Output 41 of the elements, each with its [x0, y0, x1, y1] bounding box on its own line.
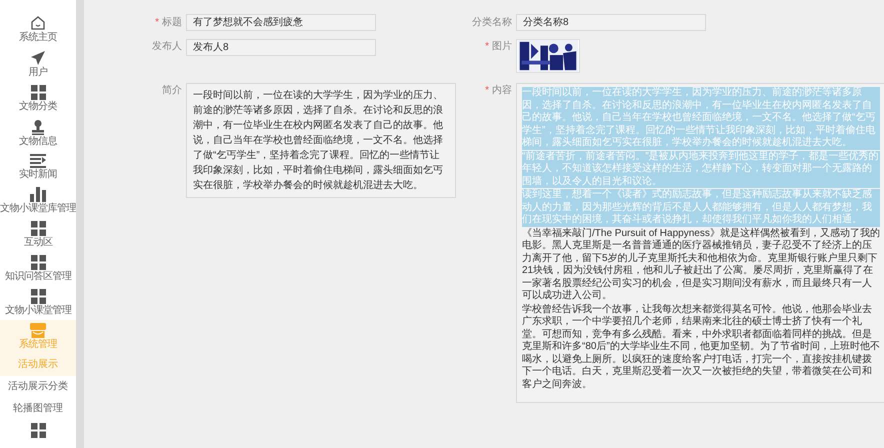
- sidebar-item[interactable]: 文物分类: [0, 82, 76, 116]
- field-label: 简介: [162, 84, 182, 98]
- content-paragraph: “前途者苦折，前途者苦闷。”是被从内地来投奔到他这里的学子，都是一些优秀的年轻人，不知道该怎样接受这样的生活，怎样静下心，转变面对那一个无露路的围墙，以及令人的目光和议论。: [522, 150, 880, 188]
- grid-icon: [30, 289, 46, 304]
- content-paragraph: 读到这里，想着一个《读者》式的励志故事，但是这种励志故事从来就不缺乏感动人的力量，因为那些光辉的背后不是人人都能够拥有，但是人人都有梦想，我们在现实中的困境，其奋斗或者说挣扎，却使得我们平凡如你我的人们相通。: [522, 189, 880, 226]
- content-paragraph: 学校曾经告诉我一个故事，让我每次想来都觉得莫名可怜。他说，他那会毕业去广东求职，一个中学要招几个老师，结果南来北往的硕士博士挤了快有一个礼堂。可想而知，竞争有多么残酷。看来，中外求职者都面临着同样的挑战。但是克里斯和许多“80后”的大学毕业生不同，他更加坚韧。为了节省时间，上班时他不喝水，以避免上厕所。以疯狂的速度给客户打电话，打完一个，直接按挂机键拨下一个电话。白天，克里斯忍受着一次又一次被拒绝的失望，带着微笑在公司和客户之间奔波。: [522, 304, 880, 391]
- home-icon: [30, 15, 46, 31]
- sidebar-item[interactable]: 文物小课堂库管理: [0, 184, 76, 218]
- grid-icon: [30, 85, 46, 100]
- bar-chart-icon: [30, 187, 46, 202]
- summary-textarea[interactable]: 一段时间以前，一位在读的大学学生，因为学业的压力、前途的渺茫等诸多原因，选择了自杀。在讨论和反思的浪潮中，有一位毕业生在校内网匿名发表了自己的故事。他说，自己当年在学校也曾经面临绝境，一文不名。他选择了做“乞丐学生”，坚持着念完了课程。回忆的一些情节让我印象深刻，比如，平时着偷住电梯间，露头细面如乞丐实在很脏，学校举办餐会的时候就趁机混进去大吃。: [186, 83, 456, 198]
- text-field[interactable]: 发布人8: [186, 39, 376, 56]
- field-label: 分类名称: [472, 16, 512, 30]
- sidebar-item[interactable]: 实时新闻: [0, 151, 76, 184]
- field-label: 内容: [492, 84, 512, 98]
- sidebar-item[interactable]: 用户: [0, 47, 76, 82]
- grid-icon: [30, 423, 46, 438]
- submenu-item[interactable]: 活动展示分类: [0, 376, 76, 398]
- text-field[interactable]: 有了梦想就不会感到疲惫: [186, 14, 376, 31]
- text-field[interactable]: 分类名称8: [516, 14, 706, 31]
- content-paragraph: 《当幸福来敲门/The Pursuit of Happyness》就是这样偶然被看到，又感动了我的电影。黑人克里斯是一名普普通通的医疗器械推销员，妻子忍受不了经济上的压力离开了他，留下5岁的儿子克里斯托夫和他相依为命。克里斯银行账户里只剩下21块钱，因为没钱付房租，他和儿子被赶出了公寓。屡尽周折，克里斯赢得了在一家著名股票经纪公司实习的机会，但是实习期间没有薪水，而且最终只有一人可以成功进入公司。: [522, 228, 880, 302]
- sidebar-item[interactable]: 知识问答区管理: [0, 252, 76, 286]
- content-paragraph: 一段时间以前，一位在读的大学学生，因为学业的压力、前途的渺茫等诸多原因，选择了自杀。在讨论和反思的浪潮中，有一位毕业生在校内网匿名发表了自己的故事。他说，自己当年在学校也曾经面临绝境，一文不名。他选择了做“乞丐学生”，坚持着念完了课程。回忆的一些情节让我印象深刻，比如，平时着偷住电梯间，露头细面如乞丐实在很脏，学校举办餐会的时候就趁机混进去大吃。: [522, 87, 880, 150]
- required-mark: *: [485, 40, 489, 54]
- sidebar-item[interactable]: 文物小课堂管理: [0, 286, 76, 320]
- sidebar-item[interactable]: 互动区: [0, 218, 76, 252]
- submenu-item[interactable]: 轮播图管理: [0, 398, 76, 420]
- sidebar-item[interactable]: 文物信息: [0, 116, 76, 151]
- field-label: 标题: [162, 16, 182, 30]
- list-icon: [30, 154, 46, 168]
- grid-icon: [30, 221, 46, 236]
- shop-icon: [30, 323, 46, 338]
- field-label: 图片: [492, 40, 512, 54]
- grid-icon: [30, 255, 46, 270]
- required-mark: *: [155, 16, 159, 30]
- required-mark: *: [485, 84, 489, 98]
- field-label: 发布人: [152, 40, 182, 54]
- sidebar-item[interactable]: 系统主页: [0, 12, 76, 47]
- stamp-icon: [30, 119, 46, 135]
- paper-plane-icon: [30, 50, 46, 66]
- content-editor[interactable]: [516, 83, 884, 403]
